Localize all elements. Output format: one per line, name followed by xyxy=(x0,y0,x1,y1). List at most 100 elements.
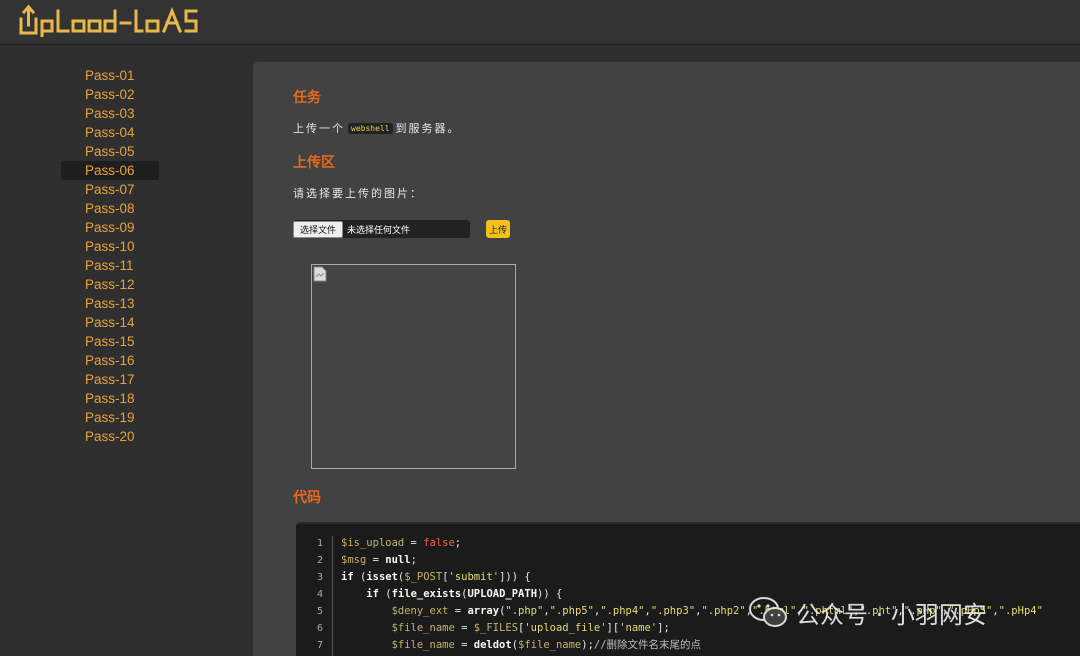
task-text-after: 到服务器。 xyxy=(395,122,461,135)
code-text: $file_name = deldot($file_name);//删除文件名末… xyxy=(341,637,701,654)
code-token: ".pHp4" xyxy=(998,605,1043,617)
code-token: //删除文件名末尾的点 xyxy=(593,639,702,651)
line-number: 7 xyxy=(316,640,323,651)
top-bar xyxy=(0,0,1080,45)
watermark: 公众号 · 小羽网安 xyxy=(748,592,987,632)
sidebar-item-pass-15[interactable]: Pass-15 xyxy=(61,332,159,351)
line-number: 3 xyxy=(316,572,323,583)
main-content: 任务 上传一个 webshell 到服务器。 上传区 请选择要上传的图片： 选择文件… xyxy=(253,62,1080,656)
code-token: if xyxy=(341,571,354,583)
code-token: ".php" xyxy=(505,605,544,617)
upload-button[interactable]: 上传 xyxy=(486,220,510,238)
code-token: false xyxy=(423,537,455,549)
code-token: null xyxy=(385,554,411,566)
sidebar-item-pass-01[interactable]: Pass-01 xyxy=(61,66,159,85)
sidebar-item-pass-14[interactable]: Pass-14 xyxy=(61,313,159,332)
sidebar-item-pass-10[interactable]: Pass-10 xyxy=(61,237,159,256)
pass-nav: Pass-01 Pass-02 Pass-03 Pass-04 Pass-05 Pass-… xyxy=(61,66,159,446)
sidebar-item-pass-06[interactable]: Pass-06 xyxy=(61,161,159,180)
app-logo[interactable] xyxy=(18,0,208,40)
file-status: 未选择任何文件 xyxy=(347,225,411,236)
sidebar-item-pass-11[interactable]: Pass-11 xyxy=(61,256,159,275)
sidebar-item-pass-05[interactable]: Pass-05 xyxy=(61,142,159,161)
code-heading: 代码 xyxy=(293,489,321,505)
code-token: $file_name xyxy=(518,639,582,651)
code-token: ])) { xyxy=(499,571,531,583)
code-token: = xyxy=(454,622,474,634)
code-token: = xyxy=(448,605,468,617)
code-token: ]; xyxy=(657,622,670,634)
line-number: 6 xyxy=(316,623,323,634)
code-token: file_exists xyxy=(391,588,462,600)
code-token: = xyxy=(366,554,386,566)
code-line: 7 $file_name = deldot($file_name);//删除文件… xyxy=(296,637,1080,654)
code-token: ( xyxy=(353,571,367,583)
code-token: $file_name xyxy=(391,639,455,651)
code-token: isset xyxy=(366,571,398,583)
code-token: if xyxy=(366,588,379,600)
task-text-before: 上传一个 xyxy=(293,122,345,135)
upload-prompt: 请选择要上传的图片： xyxy=(293,187,423,200)
code-token: $msg xyxy=(341,554,367,566)
code-token: ".php5" xyxy=(549,605,594,617)
sidebar-item-pass-07[interactable]: Pass-07 xyxy=(61,180,159,199)
code-token: deldot xyxy=(473,639,512,651)
code-token: $_POST xyxy=(404,571,443,583)
upload-heading: 上传区 xyxy=(293,154,335,170)
broken-image-icon xyxy=(313,266,327,282)
code-token: array xyxy=(467,605,500,617)
file-input[interactable]: 选择文件 未选择任何文件 xyxy=(293,220,470,238)
code-token: $deny_ext xyxy=(391,605,449,617)
code-line: 3 if (isset($_POST['submit'])) { xyxy=(296,569,1080,586)
sidebar-item-pass-08[interactable]: Pass-08 xyxy=(61,199,159,218)
wechat-icon xyxy=(749,597,787,627)
code-token: ); xyxy=(581,639,594,651)
upload-labs-logo xyxy=(19,4,198,37)
line-number: 4 xyxy=(316,589,323,600)
code-token: ( xyxy=(378,588,392,600)
code-token: 'submit' xyxy=(448,571,500,583)
task-heading: 任务 xyxy=(293,89,321,105)
line-number: 5 xyxy=(316,606,323,617)
sidebar-item-pass-18[interactable]: Pass-18 xyxy=(61,389,159,408)
code-line: 2 $msg = null; xyxy=(296,552,1080,569)
line-number: 2 xyxy=(316,555,323,566)
code-token: UPLOAD_PATH xyxy=(467,588,538,600)
sidebar-item-pass-13[interactable]: Pass-13 xyxy=(61,294,159,313)
sidebar-item-pass-04[interactable]: Pass-04 xyxy=(61,123,159,142)
code-token: ".php2" xyxy=(701,605,746,617)
sidebar-item-pass-17[interactable]: Pass-17 xyxy=(61,370,159,389)
code-line: 1 $is_upload = false; xyxy=(296,535,1080,552)
code-token: $_FILES xyxy=(473,622,519,634)
code-block: 1 $is_upload = false; 2 $msg = null; 3 if (is… xyxy=(296,522,1080,656)
task-description: 上传一个 webshell 到服务器。 xyxy=(293,120,461,136)
sidebar-item-pass-09[interactable]: Pass-09 xyxy=(61,218,159,237)
code-token: = xyxy=(454,639,474,651)
code-token: = xyxy=(404,537,424,549)
sidebar-item-pass-12[interactable]: Pass-12 xyxy=(61,275,159,294)
watermark-text: 公众号 · 小羽网安 xyxy=(796,600,987,629)
sidebar-item-pass-19[interactable]: Pass-19 xyxy=(61,408,159,427)
code-token: 'name' xyxy=(619,622,658,634)
webshell-badge: webshell xyxy=(348,123,393,134)
code-token: 'upload_file' xyxy=(524,622,607,634)
sidebar-item-pass-02[interactable]: Pass-02 xyxy=(61,85,159,104)
sidebar-item-pass-03[interactable]: Pass-03 xyxy=(61,104,159,123)
code-text: $file_name = $_FILES['upload_file']['nam… xyxy=(341,620,670,637)
code-token: ".php4" xyxy=(600,605,645,617)
sidebar-item-pass-16[interactable]: Pass-16 xyxy=(61,351,159,370)
line-number: 1 xyxy=(316,538,323,549)
code-token: ][ xyxy=(606,622,620,634)
code-text: if (file_exists(UPLOAD_PATH)) { xyxy=(341,586,562,603)
sidebar: Pass-01 Pass-02 Pass-03 Pass-04 Pass-05 Pass-… xyxy=(0,46,252,656)
code-token: $is_upload xyxy=(341,537,405,549)
code-text: if (isset($_POST['submit'])) { xyxy=(341,569,531,586)
choose-file-button[interactable]: 选择文件 xyxy=(293,220,343,238)
code-token: )) { xyxy=(537,588,563,600)
sidebar-item-pass-20[interactable]: Pass-20 xyxy=(61,427,159,446)
image-preview xyxy=(311,264,516,469)
